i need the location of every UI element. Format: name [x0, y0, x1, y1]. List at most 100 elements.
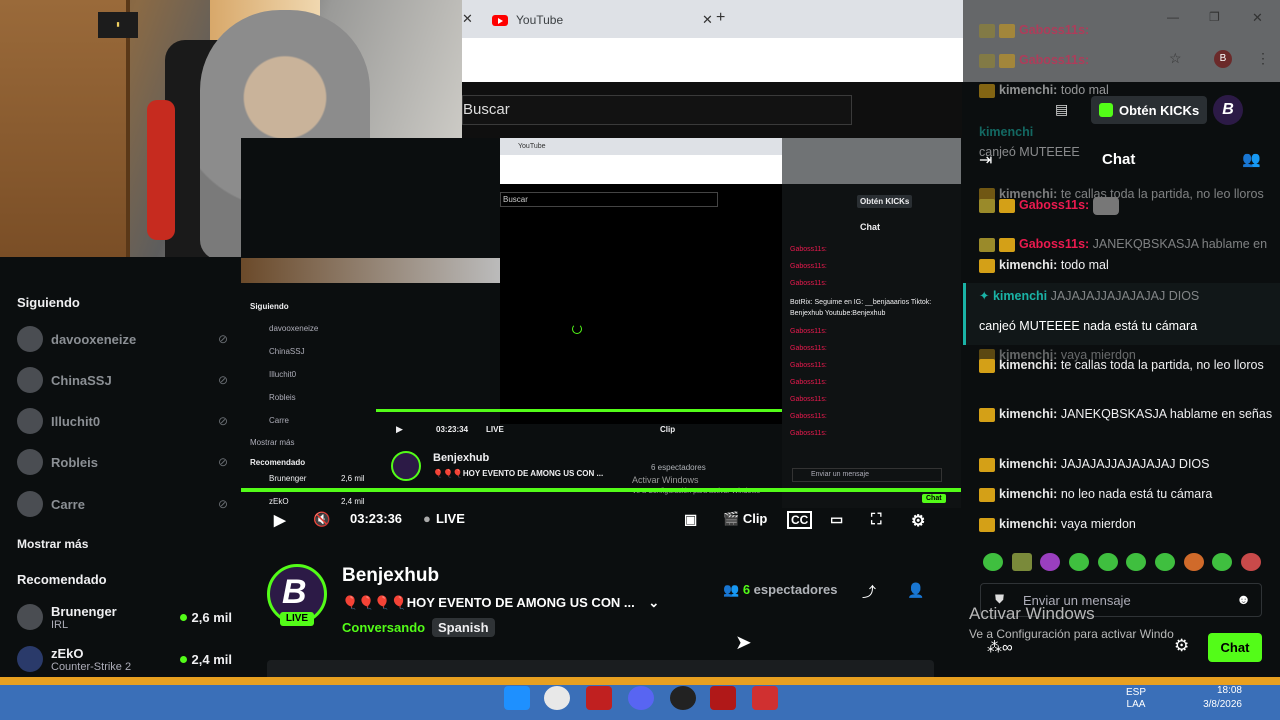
chat-text: no leo nada está tu cámara [1060, 487, 1213, 501]
clock-time: 18:08 [1216, 685, 1242, 696]
obs-icon[interactable] [670, 686, 696, 710]
sidebar-item-zeko[interactable]: zEkO Counter-Strike 2 2,4 mil [17, 642, 232, 676]
crown-badge-icon [979, 83, 995, 98]
language-tag[interactable]: Spanish [432, 618, 495, 637]
viewer-count: 2,6 mil [191, 609, 232, 625]
nested-address-bar [500, 155, 782, 184]
nested-botrix-message: BotRix: Seguime en IG: __benjaaarios Tik… [790, 299, 932, 317]
settings-icon[interactable]: ⚙ [911, 511, 925, 531]
nested-browser-chrome: YouTube [500, 138, 782, 184]
mouse-cursor-icon: ➤ [735, 632, 752, 654]
emoji-icon[interactable]: ☻ [1236, 591, 1251, 607]
chat-username[interactable]: kimenchi: [999, 457, 1057, 471]
chat-username[interactable]: Gaboss11s: [1019, 198, 1089, 212]
chat-settings-icon[interactable]: ⚙ [1174, 636, 1189, 656]
chat-message: Gaboss11s: [979, 195, 1274, 215]
chat-username[interactable]: kimenchi: [999, 258, 1057, 272]
theater-icon[interactable]: ▣ [684, 511, 697, 528]
emote-icon[interactable] [1012, 553, 1032, 571]
emote-icon[interactable] [1126, 553, 1146, 571]
share-icon[interactable]: ⤴ [862, 582, 876, 602]
send-chat-button[interactable]: Chat [1208, 633, 1262, 662]
miniplayer-icon[interactable]: ▭ [830, 511, 843, 528]
sidebar-item-label: Illuchit0 [51, 413, 101, 429]
chat-username[interactable]: kimenchi [979, 125, 1033, 139]
chat-username[interactable]: Gaboss11s: [1019, 237, 1089, 251]
chat-username[interactable]: kimenchi: [999, 358, 1057, 372]
get-kicks-label: Obtén KICKs [1119, 102, 1200, 118]
emote-icon[interactable] [983, 553, 1003, 571]
play-icon[interactable]: ▶ [274, 511, 286, 529]
chat-message: kimenchi: vaya mierdon [979, 514, 1274, 534]
nested-activate-windows: Activar Windows [632, 475, 699, 485]
player-live-label: LIVE [436, 511, 465, 526]
emote-icon[interactable] [1040, 553, 1060, 571]
nested-time: 03:23:34 [436, 425, 469, 434]
nested-chat-line: Gaboss11s: [790, 328, 827, 335]
chrome-icon[interactable] [544, 686, 570, 710]
emote-icon[interactable] [1184, 553, 1204, 571]
nested-chat-line: Gaboss11s: [790, 362, 827, 369]
sidebar-item-carre[interactable]: Carre ⊘ [17, 489, 232, 519]
get-kicks-button[interactable]: Obtén KICKs [1091, 96, 1207, 124]
chat-users-icon[interactable]: 👥 [1242, 150, 1261, 168]
stream-category[interactable]: Conversando [342, 620, 425, 635]
user-avatar[interactable]: B [1213, 95, 1243, 125]
clip-button[interactable]: 🎬 Clip [723, 511, 767, 527]
channel-name[interactable]: Benjexhub [342, 565, 439, 587]
browser-tab[interactable]: YouTube ✕ [480, 6, 713, 34]
kick-icon [1099, 103, 1113, 117]
chat-username[interactable]: Gaboss11s: [1019, 53, 1089, 67]
crown-badge-icon [999, 198, 1015, 213]
mute-icon[interactable]: 🔇 [313, 511, 330, 528]
channel-name: Brunenger [51, 603, 117, 619]
emote-icon[interactable] [1069, 553, 1089, 571]
emote-icon[interactable] [1212, 553, 1232, 571]
collapse-chat-icon[interactable]: ⇥ [979, 150, 992, 170]
new-tab-icon[interactable]: + [716, 9, 725, 27]
chat-panel: — ❐ ✕ ☆ B ⋮ Gaboss11s: Gaboss11s: kimenc… [963, 0, 1280, 677]
among-us-icon[interactable] [710, 686, 736, 710]
voicemeeter-icon[interactable] [586, 686, 612, 710]
chat-text: JANEKQBSKASJA hablame en [1092, 237, 1268, 251]
webcam-wall-sign: ▮ [98, 12, 138, 38]
chat-username[interactable]: kimenchi: [999, 407, 1057, 421]
emote-icon[interactable] [1241, 553, 1261, 571]
chat-username[interactable]: kimenchi: [999, 83, 1057, 97]
emote-icon[interactable] [1098, 553, 1118, 571]
sidebar-item-robleis[interactable]: Robleis ⊘ [17, 447, 232, 477]
language-indicator[interactable]: ESP LAA [1126, 687, 1146, 711]
chat-username[interactable]: Gaboss11s: [1019, 23, 1089, 37]
recorder-icon[interactable] [752, 686, 778, 710]
chat-username[interactable]: kimenchi: [999, 487, 1057, 501]
nested-item: davooxeneize [269, 324, 319, 333]
fullscreen-icon[interactable]: ⛶ [871, 511, 882, 528]
emote-icon[interactable] [1155, 553, 1175, 571]
crown-badge-icon [999, 237, 1015, 252]
crown-badge-icon [979, 407, 995, 422]
sidebar-item-chinassj[interactable]: ChinaSSJ ⊘ [17, 365, 232, 395]
follow-user-icon[interactable]: 👤 [907, 582, 924, 599]
live-dot-icon [179, 613, 187, 621]
activate-windows-watermark: Activar Windows [969, 604, 1095, 623]
store-icon[interactable]: ▤ [1055, 101, 1068, 118]
sidebar-item-davooxeneize[interactable]: davooxeneize ⊘ [17, 324, 232, 354]
close-tab-icon[interactable]: ✕ [462, 11, 473, 27]
nested-channel-avatar [391, 451, 421, 481]
close-tab-icon[interactable]: ✕ [702, 12, 713, 28]
captions-icon[interactable]: CC [787, 511, 813, 529]
taskbar-clock[interactable]: 18:08 3/8/2026 [1203, 684, 1242, 712]
show-more-link[interactable]: Mostrar más [17, 537, 88, 551]
chat-username[interactable]: kimenchi [993, 289, 1047, 303]
search-input[interactable]: Buscar [462, 95, 852, 125]
sidebar-item-illuchit0[interactable]: Illuchit0 ⊘ [17, 406, 232, 436]
chat-title: Chat [1102, 151, 1136, 168]
chevron-down-icon[interactable]: ⌄ [648, 595, 659, 610]
windows-start-icon[interactable] [504, 686, 530, 710]
live-dot-icon: ● [423, 511, 431, 526]
discord-icon[interactable] [628, 686, 654, 710]
sidebar-item-brunenger[interactable]: Brunenger IRL 2,6 mil [17, 600, 232, 634]
chat-text: JAJAJAJJAJAJAJAJ DIOS [1060, 457, 1210, 471]
offline-icon: ⊘ [218, 414, 229, 428]
chat-username[interactable]: kimenchi: [999, 517, 1057, 531]
